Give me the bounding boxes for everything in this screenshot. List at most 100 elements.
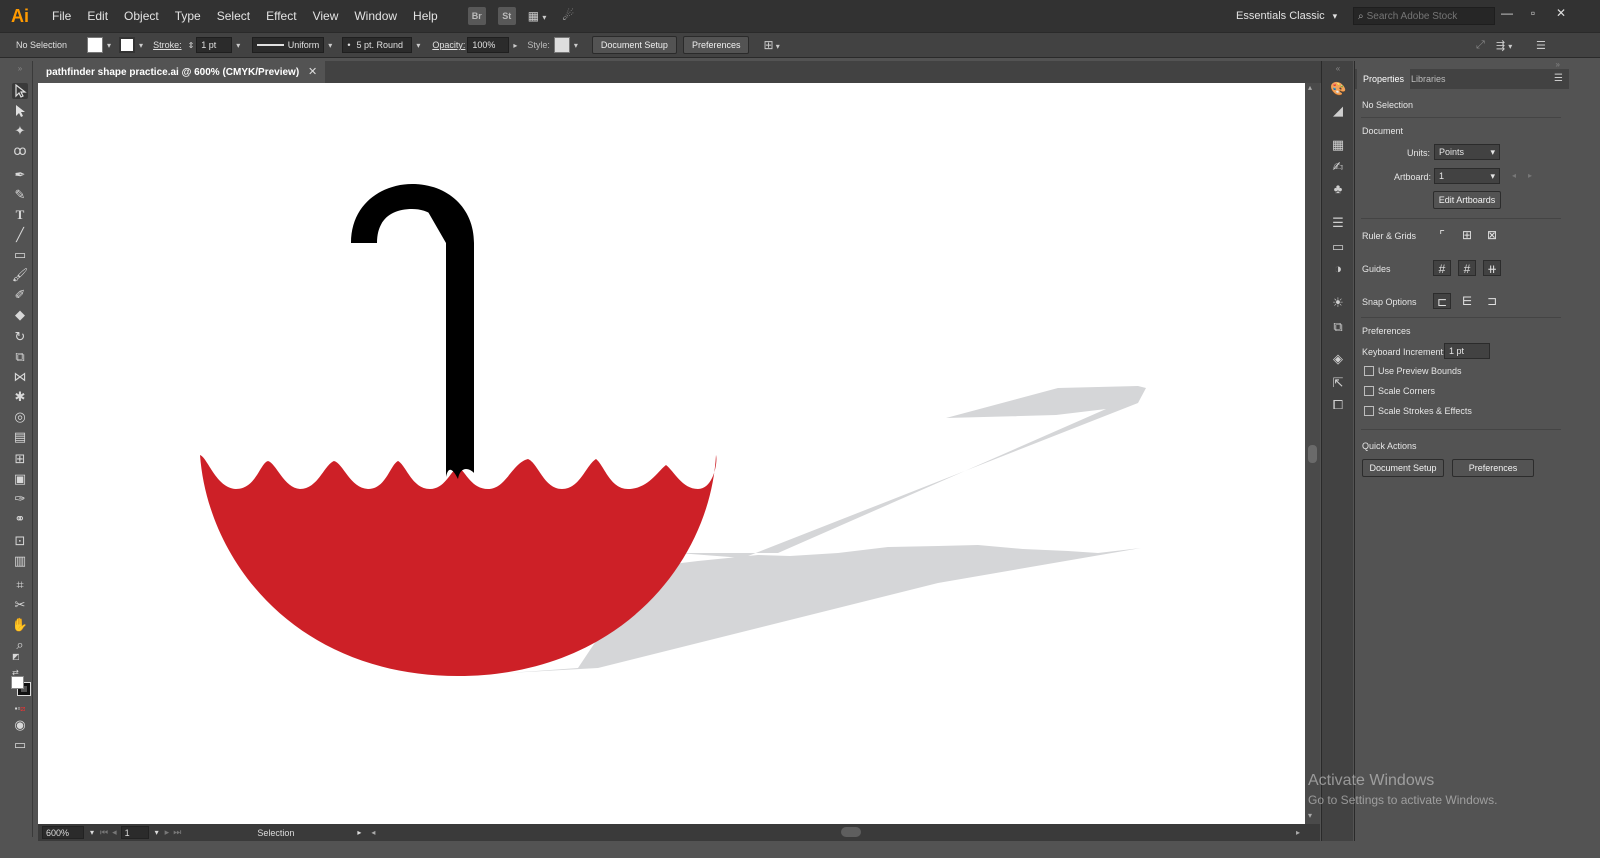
collapse-panel-icon[interactable]: »	[1556, 60, 1560, 69]
selection-tool-icon[interactable]	[12, 83, 28, 99]
lasso-tool-icon[interactable]: ꝏ	[12, 143, 28, 159]
hand-tool-icon[interactable]: ✋	[12, 617, 28, 633]
swatches-panel-icon[interactable]: ▦	[1330, 137, 1346, 153]
screen-mode-icon[interactable]: ▭	[12, 737, 28, 753]
menu-edit[interactable]: Edit	[79, 9, 116, 23]
gradient-tool-icon[interactable]: ▣	[12, 471, 28, 487]
snap-to-point-icon[interactable]: ⊏	[1433, 293, 1451, 309]
search-input[interactable]	[1366, 10, 1485, 22]
control-bar-extra-icon-2[interactable]: ⇶ ▾	[1496, 39, 1512, 52]
close-tab-icon[interactable]: ✕	[308, 65, 317, 78]
style-swatch[interactable]	[553, 37, 570, 53]
brush-definition[interactable]: • 5 pt. Round	[342, 37, 413, 53]
control-bar-menu-icon[interactable]: ☰	[1536, 39, 1546, 52]
opacity-label[interactable]: Opacity:	[432, 40, 465, 50]
layers-panel-icon[interactable]: ◈	[1330, 351, 1346, 367]
grid-icon[interactable]: ⊞	[1458, 227, 1476, 243]
workspace-switcher[interactable]: Essentials Classic ▾	[1236, 6, 1337, 26]
brushes-panel-icon[interactable]: ✍	[1330, 159, 1346, 175]
variable-width-profile[interactable]: Uniform	[252, 37, 325, 53]
prev-artboard-icon[interactable]: ◂	[1512, 171, 1516, 180]
menu-select[interactable]: Select	[209, 9, 258, 23]
arrange-documents-icon[interactable]: ▦ ▾	[528, 9, 547, 23]
arrange-icon[interactable]: ⊞ ▾	[763, 38, 779, 52]
tab-properties[interactable]: Properties	[1357, 69, 1411, 89]
blend-tool-icon[interactable]: ⚭	[12, 511, 28, 527]
zoom-field[interactable]: 600%	[42, 826, 84, 839]
document-tab[interactable]: pathfinder shape practice.ai @ 600% (CMY…	[38, 61, 326, 83]
export-panel-icon[interactable]: ⇱	[1330, 375, 1346, 391]
scale-corners-checkbox[interactable]	[1364, 386, 1374, 396]
gpu-performance-icon[interactable]: ☄	[562, 8, 574, 24]
maximize-button[interactable]: ▫	[1520, 4, 1546, 22]
menu-window[interactable]: Window	[346, 9, 405, 23]
scroll-down-icon[interactable]: ▾	[1308, 811, 1312, 820]
magic-wand-tool-icon[interactable]: ✦	[12, 123, 28, 139]
artboard-canvas[interactable]	[38, 83, 1305, 824]
last-artboard-icon[interactable]: ⏭	[173, 827, 181, 838]
next-artboard-icon[interactable]: ▸	[165, 827, 170, 838]
default-colors-icon[interactable]: ◩ ⇄	[12, 652, 28, 677]
scale-strokes-checkbox[interactable]	[1364, 406, 1374, 416]
stroke-panel-icon[interactable]: ☰	[1330, 215, 1346, 231]
menu-help[interactable]: Help	[405, 9, 446, 23]
menu-view[interactable]: View	[305, 9, 347, 23]
fill-swatch[interactable]	[87, 37, 104, 53]
fill-dropdown-icon[interactable]: ▾	[107, 41, 111, 50]
stock-icon[interactable]: St	[497, 7, 516, 25]
artboards-panel-icon[interactable]: ⧠	[1330, 397, 1346, 413]
scale-tool-icon[interactable]: ⧉	[12, 349, 28, 365]
status-menu-icon[interactable]: ▸	[357, 828, 361, 837]
vertical-scrollbar[interactable]: ▴ ▾	[1305, 83, 1320, 824]
use-preview-bounds-checkbox[interactable]	[1364, 366, 1374, 376]
search-stock-box[interactable]: ⌕	[1353, 7, 1495, 25]
type-tool-icon[interactable]: T	[12, 207, 28, 223]
menu-file[interactable]: File	[44, 9, 79, 23]
rectangle-tool-icon[interactable]: ▭	[12, 247, 28, 263]
eraser-tool-icon[interactable]: ◆	[12, 307, 28, 323]
artboard-select[interactable]: 1 ▾	[1434, 168, 1500, 184]
fill-stroke-swatches[interactable]	[10, 675, 32, 697]
first-artboard-icon[interactable]: ⏮	[100, 827, 108, 838]
direct-selection-tool-icon[interactable]	[12, 103, 28, 119]
keyboard-increment-field[interactable]: 1 pt	[1444, 343, 1490, 359]
color-guide-icon[interactable]: ◢	[1330, 103, 1346, 119]
panel-grip-icon[interactable]: »	[12, 61, 28, 77]
stroke-weight-field[interactable]: 1 pt	[196, 37, 233, 53]
quick-document-setup-button[interactable]: Document Setup	[1362, 459, 1444, 477]
drawing-mode-icon[interactable]: ◉	[12, 717, 28, 733]
style-dropdown-icon[interactable]: ▾	[574, 41, 578, 50]
document-setup-button[interactable]: Document Setup	[591, 36, 677, 54]
hscroll-left-icon[interactable]: ◂	[371, 828, 375, 837]
gradient-panel-icon[interactable]: ▭	[1330, 239, 1346, 255]
collapse-strip-icon[interactable]: «	[1330, 61, 1346, 77]
stroke-swatch[interactable]	[119, 37, 136, 53]
lock-guides-icon[interactable]: #	[1458, 260, 1476, 276]
snap-to-pixel-icon[interactable]: ⊐	[1483, 293, 1501, 309]
brush-dropdown-icon[interactable]: ▾	[416, 41, 420, 50]
rotate-tool-icon[interactable]: ↻	[12, 329, 28, 345]
opacity-field[interactable]: 100%	[467, 37, 510, 53]
horizontal-scroll-thumb[interactable]	[841, 827, 861, 837]
stroke-label[interactable]: Stroke:	[153, 40, 182, 50]
panel-menu-icon[interactable]: ☰	[1554, 73, 1563, 84]
minimize-button[interactable]: —	[1494, 4, 1520, 22]
slice-tool-icon[interactable]: ✂	[12, 597, 28, 613]
snap-to-grid-icon[interactable]: ⋿	[1458, 293, 1476, 309]
opacity-arrow-icon[interactable]: ▸	[513, 41, 517, 50]
color-panel-icon[interactable]: 🎨	[1330, 81, 1346, 97]
scroll-up-icon[interactable]: ▴	[1308, 83, 1312, 92]
tab-libraries[interactable]: Libraries	[1405, 69, 1452, 89]
menu-object[interactable]: Object	[116, 9, 167, 23]
stroke-dropdown-icon[interactable]: ▾	[139, 41, 143, 50]
symbol-sprayer-tool-icon[interactable]: ⊡	[12, 533, 28, 549]
next-artboard-icon[interactable]: ▸	[1528, 171, 1532, 180]
units-select[interactable]: Points ▾	[1434, 144, 1500, 160]
mesh-tool-icon[interactable]: ⊞	[12, 451, 28, 467]
perspective-grid-tool-icon[interactable]: ▤	[12, 429, 28, 445]
width-tool-icon[interactable]: ⋈	[12, 369, 28, 385]
preferences-button[interactable]: Preferences	[682, 36, 750, 54]
zoom-dropdown-icon[interactable]: ▾	[90, 828, 94, 837]
stroke-stepper-icon[interactable]: ⇕	[188, 41, 195, 50]
symbols-panel-icon[interactable]: ♣	[1330, 181, 1346, 197]
